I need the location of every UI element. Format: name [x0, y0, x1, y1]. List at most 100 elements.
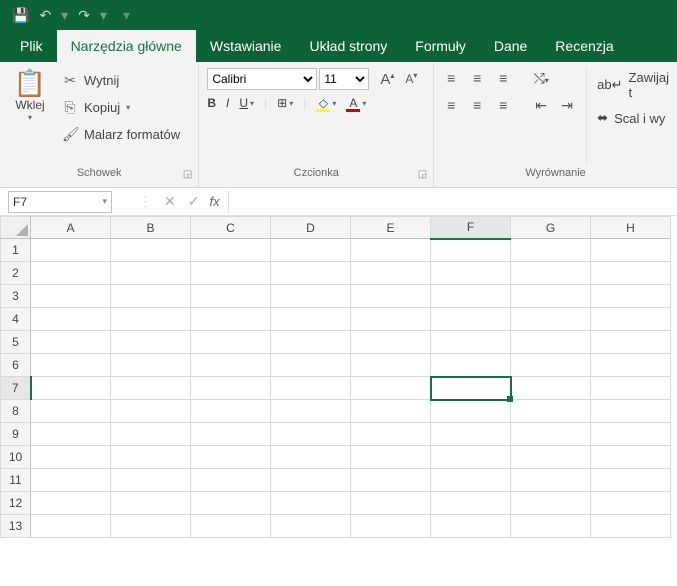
cell[interactable] — [111, 377, 191, 400]
chevron-down-icon[interactable]: ▾ — [126, 103, 130, 112]
cell[interactable] — [511, 262, 591, 285]
cell[interactable] — [111, 469, 191, 492]
cell[interactable] — [271, 308, 351, 331]
tab-data[interactable]: Dane — [480, 30, 541, 62]
increase-indent-button[interactable]: ⇥ — [558, 97, 576, 114]
cell[interactable] — [431, 423, 511, 446]
align-left-button[interactable]: ≡ — [442, 97, 460, 114]
cell[interactable] — [591, 354, 671, 377]
cell[interactable] — [351, 331, 431, 354]
cell[interactable] — [431, 239, 511, 262]
column-header[interactable]: A — [31, 217, 111, 239]
cell[interactable] — [591, 515, 671, 538]
cell[interactable] — [431, 308, 511, 331]
cell[interactable] — [31, 285, 111, 308]
cell[interactable] — [431, 377, 511, 400]
cell[interactable] — [191, 377, 271, 400]
cell[interactable] — [271, 285, 351, 308]
cell[interactable] — [591, 239, 671, 262]
decrease-font-button[interactable]: A▾ — [401, 71, 421, 88]
cell[interactable] — [111, 446, 191, 469]
font-name-select[interactable]: Calibri — [207, 68, 317, 90]
chevron-down-icon[interactable]: ▾ — [28, 113, 32, 122]
cell[interactable] — [351, 354, 431, 377]
cell[interactable] — [191, 354, 271, 377]
cell[interactable] — [271, 446, 351, 469]
format-painter-button[interactable]: 🖌 Malarz formatów — [58, 124, 184, 145]
cell[interactable] — [271, 515, 351, 538]
cell[interactable] — [591, 446, 671, 469]
cell[interactable] — [511, 308, 591, 331]
undo-dropdown-icon[interactable]: ▾ — [61, 7, 68, 24]
cell[interactable] — [351, 308, 431, 331]
cell[interactable] — [31, 469, 111, 492]
row-header[interactable]: 8 — [1, 400, 31, 423]
dialog-launcher-icon[interactable]: ◲ — [183, 167, 192, 183]
cell[interactable] — [31, 377, 111, 400]
cell[interactable] — [111, 262, 191, 285]
confirm-icon[interactable]: ✓ — [188, 193, 200, 210]
cut-button[interactable]: ✂ Wytnij — [58, 70, 184, 91]
cell[interactable] — [511, 239, 591, 262]
cell[interactable] — [191, 423, 271, 446]
increase-font-button[interactable]: A▴ — [377, 71, 397, 88]
save-icon[interactable]: 💾 — [12, 7, 29, 24]
cell[interactable] — [591, 400, 671, 423]
cell[interactable] — [191, 331, 271, 354]
tab-review[interactable]: Recenzja — [541, 30, 627, 62]
cell[interactable] — [591, 331, 671, 354]
cell[interactable] — [31, 423, 111, 446]
cell[interactable] — [351, 469, 431, 492]
cell[interactable] — [511, 492, 591, 515]
cell[interactable] — [31, 515, 111, 538]
cell[interactable] — [511, 285, 591, 308]
cell[interactable] — [431, 354, 511, 377]
row-header[interactable]: 12 — [1, 492, 31, 515]
tab-formulas[interactable]: Formuły — [401, 30, 480, 62]
row-header[interactable]: 2 — [1, 262, 31, 285]
cell[interactable] — [351, 285, 431, 308]
customize-qat-icon[interactable]: ▾ — [123, 7, 130, 24]
cell[interactable] — [271, 377, 351, 400]
cell[interactable] — [31, 446, 111, 469]
cell[interactable] — [111, 492, 191, 515]
cell[interactable] — [31, 262, 111, 285]
cell[interactable] — [511, 331, 591, 354]
undo-icon[interactable]: ↶ — [39, 7, 51, 24]
borders-button[interactable]: ⊞▾ — [277, 96, 293, 110]
cell[interactable] — [351, 423, 431, 446]
redo-dropdown-icon[interactable]: ▾ — [100, 7, 107, 24]
cell[interactable] — [191, 469, 271, 492]
cell[interactable] — [271, 423, 351, 446]
cell[interactable] — [271, 469, 351, 492]
cell[interactable] — [31, 331, 111, 354]
cell[interactable] — [431, 469, 511, 492]
cell[interactable] — [351, 400, 431, 423]
tab-page-layout[interactable]: Układ strony — [295, 30, 401, 62]
align-right-button[interactable]: ≡ — [494, 97, 512, 114]
formula-input[interactable] — [228, 191, 677, 213]
cell[interactable] — [511, 423, 591, 446]
column-header[interactable]: G — [511, 217, 591, 239]
cell[interactable] — [31, 354, 111, 377]
chevron-down-icon[interactable]: ▾ — [102, 196, 107, 207]
cell[interactable] — [191, 239, 271, 262]
wrap-text-button[interactable]: ab↵ Zawijaj t — [597, 70, 669, 100]
cell[interactable] — [431, 262, 511, 285]
cell[interactable] — [191, 515, 271, 538]
font-color-button[interactable]: A▾ — [346, 96, 366, 110]
redo-icon[interactable]: ↷ — [78, 7, 90, 24]
cell[interactable] — [31, 308, 111, 331]
cell[interactable] — [351, 492, 431, 515]
dialog-launcher-icon[interactable]: ◲ — [418, 167, 427, 183]
column-header[interactable]: C — [191, 217, 271, 239]
cell[interactable] — [351, 239, 431, 262]
cell[interactable] — [271, 492, 351, 515]
cell[interactable] — [111, 239, 191, 262]
row-header[interactable]: 9 — [1, 423, 31, 446]
cell[interactable] — [271, 331, 351, 354]
cell[interactable] — [591, 423, 671, 446]
align-top-button[interactable]: ≡ — [442, 70, 460, 87]
cell[interactable] — [191, 446, 271, 469]
cell[interactable] — [591, 262, 671, 285]
